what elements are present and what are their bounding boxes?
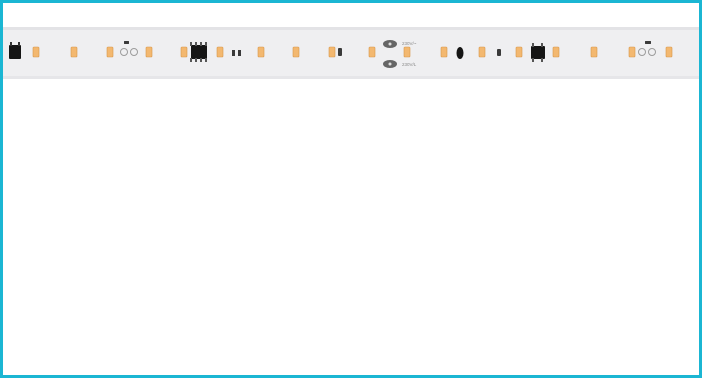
lower-marking: 230V/L <box>402 62 417 67</box>
led-strip-photo: 230V/~ 230V/L <box>3 27 699 79</box>
image-frame: 230V/~ 230V/L <box>0 0 702 378</box>
upper-marking: 230V/~ <box>402 41 417 46</box>
